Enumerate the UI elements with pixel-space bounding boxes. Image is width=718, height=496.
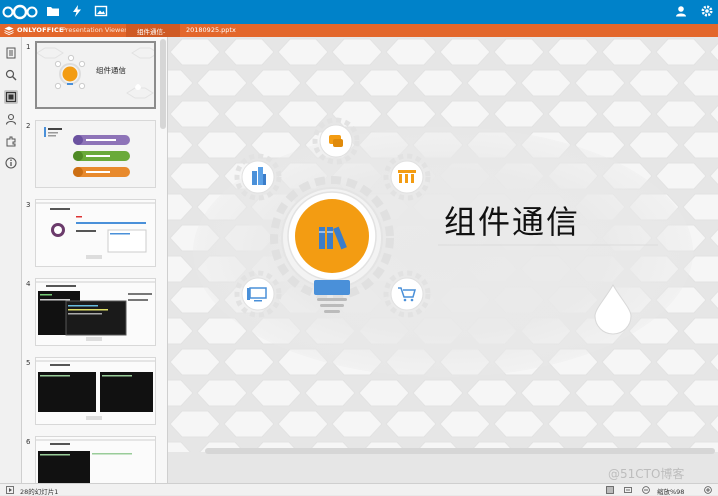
- fit-width-icon[interactable]: [624, 486, 632, 494]
- thumbnail-4-preview: [36, 279, 155, 345]
- nextcloud-logo-icon[interactable]: [2, 4, 38, 20]
- folder-icon[interactable]: [46, 4, 60, 18]
- thumbnail-slide-1[interactable]: 组件通信: [35, 41, 156, 109]
- current-slide: [168, 37, 718, 483]
- thumbnail-3-preview: [36, 200, 155, 266]
- thumbnail-number: 6: [26, 438, 31, 446]
- editor-header: ONLYOFFICE Presentation Viewer 组件通信- 201…: [0, 24, 718, 37]
- info-icon[interactable]: [4, 156, 18, 170]
- slide-thumbnails-panel: 1 组件通信 2 3 4 5 6: [22, 37, 168, 483]
- document-tab[interactable]: 组件通信-: [126, 24, 180, 37]
- file-icon[interactable]: [4, 46, 18, 60]
- slide-stage: 组件通信: [168, 37, 718, 483]
- document-tab-label: 组件通信-: [137, 28, 166, 36]
- thumbnail-number: 4: [26, 280, 31, 288]
- thumbnail-slide-4[interactable]: [35, 278, 156, 346]
- thumbnail-6-preview: [36, 437, 155, 483]
- user-icon[interactable]: [4, 112, 18, 126]
- slide-title: 组件通信: [444, 203, 581, 241]
- thumbnail-number: 5: [26, 359, 31, 367]
- thumbnail-slide-2[interactable]: [35, 120, 156, 188]
- search-icon[interactable]: [4, 68, 18, 82]
- onlyoffice-logo-icon: [4, 26, 14, 35]
- product-label: Presentation Viewer: [62, 26, 127, 34]
- zoom-out-icon[interactable]: [642, 486, 650, 494]
- thumbnail-slide-6[interactable]: [35, 436, 156, 483]
- nextcloud-topbar: [0, 0, 718, 24]
- play-slideshow-icon[interactable]: [6, 486, 14, 494]
- thumbnail-number: 1: [26, 43, 31, 51]
- activity-icon[interactable]: [70, 4, 84, 18]
- file-name: 20180925.pptx: [186, 26, 236, 34]
- brand-label: ONLYOFFICE: [17, 26, 64, 34]
- contacts-icon[interactable]: [674, 4, 688, 18]
- settings-gear-icon[interactable]: [700, 4, 714, 18]
- gallery-icon[interactable]: [94, 4, 108, 18]
- thumbnails-scrollbar[interactable]: [160, 39, 166, 129]
- thumbnail-slide-3[interactable]: [35, 199, 156, 267]
- thumbnail-number: 2: [26, 122, 31, 130]
- thumbnail-1-title: 组件通信: [96, 66, 126, 75]
- thumbnail-number: 3: [26, 201, 31, 209]
- left-toolbar: [0, 37, 22, 483]
- thumbnail-slide-5[interactable]: [35, 357, 156, 425]
- thumbnail-2-preview: [36, 121, 155, 187]
- zoom-in-icon[interactable]: [704, 486, 712, 494]
- watermark: @51CTO博客: [608, 467, 685, 481]
- horizontal-scrollbar[interactable]: [205, 448, 715, 454]
- slides-panel-icon[interactable]: [4, 90, 18, 104]
- thumbnail-5-preview: [36, 358, 155, 424]
- fit-page-icon[interactable]: [606, 486, 614, 494]
- status-bar: 28的幻灯片1 缩放%98: [0, 483, 718, 496]
- plugins-icon[interactable]: [4, 134, 18, 148]
